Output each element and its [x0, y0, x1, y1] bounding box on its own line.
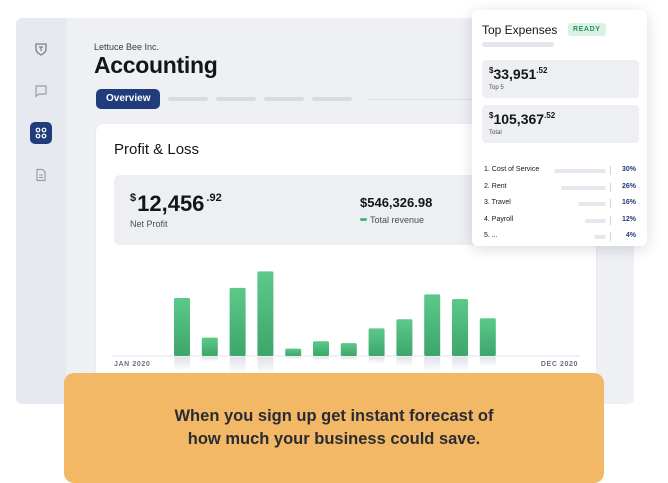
chat-icon[interactable]: [30, 80, 52, 102]
expense-row[interactable]: 1. Cost of Service 30%: [484, 166, 636, 176]
chart-bar-reflection: [313, 357, 329, 361]
chart-bar-reflection: [452, 357, 468, 372]
expense-share-bar: [585, 218, 606, 223]
page-title: Accounting: [94, 52, 218, 78]
subtitle-placeholder: [482, 42, 554, 47]
x-axis-start-label: JAN 2020: [114, 361, 151, 368]
total-value: $105,367.52: [489, 111, 556, 127]
x-axis-end-label: DEC 2020: [540, 361, 578, 368]
chart-bar: [313, 341, 329, 356]
company-name: Lettuce Bee Inc.: [94, 42, 160, 52]
expense-divider: [610, 232, 611, 242]
chart-bar: [424, 294, 441, 356]
expense-percent: 16%: [621, 199, 636, 207]
total-label: Total: [489, 130, 502, 136]
chart-bar: [479, 318, 496, 356]
expense-divider: [610, 182, 611, 192]
expense-percent: 4%: [625, 232, 636, 240]
chart-bar-reflection: [396, 357, 413, 367]
chart-bar: [452, 298, 468, 356]
expense-divider: [610, 215, 611, 225]
chart-bar-reflection: [201, 357, 218, 362]
chart-bar: [174, 298, 190, 356]
chart-bar: [285, 348, 302, 356]
top-expenses-card: Top Expenses READY $33,951.52 Top 5 $105…: [472, 10, 647, 246]
chart-bar-reflection: [424, 357, 441, 373]
banner-line-1: When you sign up get instant forecast of: [174, 407, 494, 425]
expense-name: 1. Cost of Service: [484, 166, 540, 173]
chart-bar-reflection: [340, 357, 357, 361]
banner-line-2: how much your business could save.: [187, 430, 481, 448]
tab-placeholder[interactable]: [264, 97, 305, 101]
chart-bar: [340, 343, 357, 356]
document-icon[interactable]: [30, 164, 52, 186]
expense-share-bar: [578, 202, 606, 207]
expense-share-bar: [560, 185, 606, 190]
expense-divider: [610, 166, 611, 175]
top5-value: $33,951.52: [489, 66, 548, 82]
chart-bar-reflection: [368, 357, 385, 364]
expense-row[interactable]: 3. Travel 16%: [484, 199, 636, 209]
expense-percent: 30%: [621, 166, 636, 173]
expense-share-bar: [594, 235, 606, 240]
expense-name: 2. Rent: [484, 182, 507, 190]
chart-bar: [257, 271, 274, 356]
top-expenses-title: Top Expenses: [482, 23, 558, 37]
chart-bar-reflection: [479, 357, 496, 367]
expense-row[interactable]: 5. ... 4%: [484, 232, 636, 242]
expense-percent: 26%: [621, 182, 636, 190]
chart-bar-reflection: [174, 357, 190, 372]
top5-label: Top 5: [489, 85, 504, 91]
total-stat: $105,367.52 Total: [482, 105, 639, 143]
chart-bar: [229, 287, 246, 356]
tab-placeholder[interactable]: [312, 97, 353, 101]
chart-bar: [368, 328, 385, 356]
tab-placeholder[interactable]: [168, 97, 209, 101]
tab-placeholder[interactable]: [216, 97, 257, 101]
tab-overview[interactable]: Overview: [96, 89, 161, 109]
tab-bar: Overview: [96, 88, 353, 110]
expense-name: 4. Payroll: [484, 215, 514, 223]
chart-bar: [396, 319, 413, 356]
status-badge: READY: [568, 23, 606, 36]
shield-icon[interactable]: [30, 38, 52, 60]
expense-row[interactable]: 4. Payroll 12%: [484, 215, 636, 226]
top5-stat: $33,951.52 Top 5: [482, 60, 639, 98]
chart-bar-reflection: [285, 357, 302, 359]
expense-name: 3. Travel: [484, 199, 511, 207]
chart-bar: [201, 337, 218, 356]
expense-percent: 12%: [621, 215, 636, 223]
grid-icon[interactable]: [30, 122, 52, 144]
expense-name: 5. ...: [484, 232, 498, 240]
promo-banner: When you sign up get instant forecast of…: [64, 373, 604, 483]
expense-row[interactable]: 2. Rent 26%: [484, 182, 636, 193]
chart-bar-reflection: [229, 357, 246, 375]
page: Lettuce Bee Inc. Accounting Overview Pro…: [0, 0, 668, 483]
expense-share-bar: [554, 169, 606, 173]
sidebar: [16, 18, 66, 404]
expense-divider: [610, 199, 611, 209]
